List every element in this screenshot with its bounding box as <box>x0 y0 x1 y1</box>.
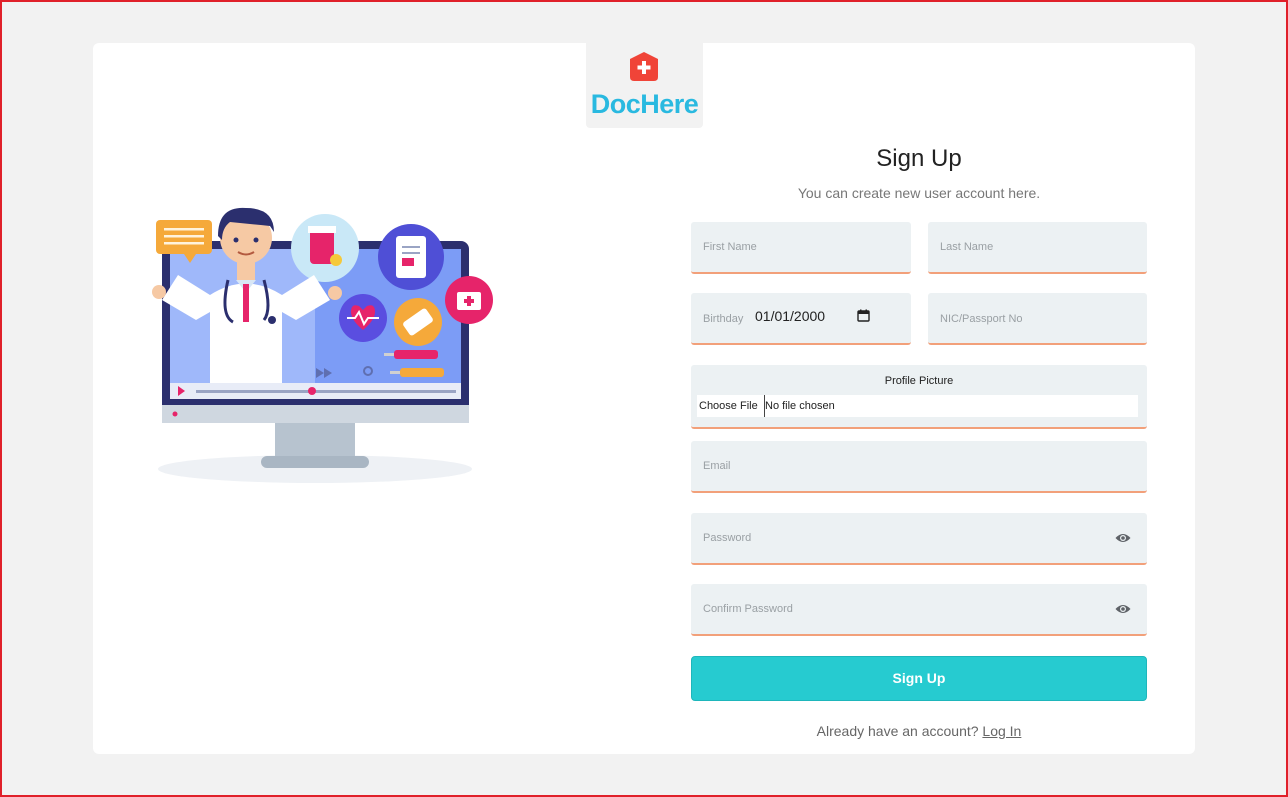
file-input[interactable]: Choose File No file chosen <box>697 395 1138 417</box>
choose-file-button[interactable]: Choose File <box>699 395 765 417</box>
first-name-placeholder: First Name <box>703 241 757 253</box>
brand-logo: DocHere <box>586 43 703 128</box>
nic-passport-placeholder: NIC/Passport No <box>940 313 1023 325</box>
confirm-password-field[interactable]: Confirm Password <box>691 584 1147 636</box>
eye-icon[interactable] <box>1115 602 1131 616</box>
login-link[interactable]: Log In <box>982 723 1021 739</box>
email-field[interactable]: Email <box>691 441 1147 493</box>
birthday-label: Birthday <box>703 313 744 325</box>
login-prompt-text: Already have an account? <box>816 723 979 739</box>
eye-icon[interactable] <box>1115 531 1131 545</box>
calendar-icon[interactable] <box>857 309 870 322</box>
login-prompt: Already have an account? Log In <box>691 723 1147 739</box>
profile-picture-label: Profile Picture <box>884 375 954 387</box>
page-subtitle: You can create new user account here. <box>797 185 1041 201</box>
password-placeholder: Password <box>703 532 752 544</box>
birthday-value[interactable]: 01/01/2000 <box>755 308 825 324</box>
file-status: No file chosen <box>765 400 835 412</box>
confirm-password-placeholder: Confirm Password <box>703 603 793 615</box>
profile-picture-field: Profile Picture Choose File No file chos… <box>691 365 1147 429</box>
last-name-field[interactable]: Last Name <box>928 222 1147 274</box>
password-field[interactable]: Password <box>691 513 1147 565</box>
last-name-placeholder: Last Name <box>940 241 994 253</box>
email-placeholder: Email <box>703 460 731 472</box>
first-name-field[interactable]: First Name <box>691 222 911 274</box>
medical-cross-icon <box>630 52 658 81</box>
birthday-field[interactable]: Birthday 01/01/2000 <box>691 293 911 345</box>
brand-name: DocHere <box>590 89 699 119</box>
sign-up-button[interactable]: Sign Up <box>691 656 1147 701</box>
nic-passport-field[interactable]: NIC/Passport No <box>928 293 1147 345</box>
page-title: Sign Up <box>876 145 962 172</box>
doctor-illustration <box>152 207 493 483</box>
